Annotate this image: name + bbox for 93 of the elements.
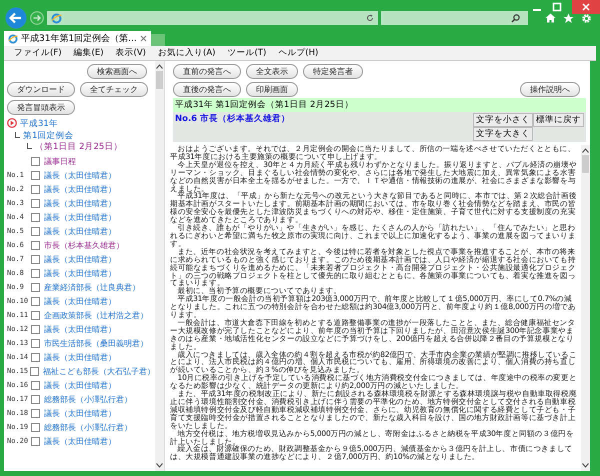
maximize-icon[interactable]	[552, 2, 562, 12]
speaker-link[interactable]: 議長（太田佳晴君）	[44, 170, 116, 180]
checkbox[interactable]	[31, 338, 40, 348]
settings-icon[interactable]	[581, 12, 592, 24]
menu-item[interactable]: 編集(E)	[74, 47, 104, 59]
speaker-link[interactable]: 市民生活部長（桑田義明君）	[44, 338, 148, 348]
font-size-button[interactable]: 標準に戻す	[533, 113, 584, 127]
checkbox[interactable]	[31, 394, 40, 404]
tree-branch-line	[27, 143, 32, 149]
checkbox[interactable]	[31, 352, 40, 362]
close-icon[interactable]	[140, 35, 147, 42]
menu-item[interactable]: お気に入り(A)	[158, 47, 216, 59]
speaker-link[interactable]: 議長（太田佳晴君）	[44, 268, 116, 278]
checkbox[interactable]	[31, 422, 40, 432]
scroll-up-icon[interactable]	[156, 64, 163, 69]
checkbox[interactable]	[31, 170, 40, 180]
speaker-link[interactable]: 議長（太田佳晴君）	[44, 408, 116, 418]
tree-branch-line	[15, 132, 20, 138]
checkbox[interactable]	[31, 324, 40, 334]
navigation-button[interactable]: 検索画面へ	[87, 64, 147, 79]
navigation-button[interactable]: 直前の発言へ	[173, 64, 241, 79]
back-icon[interactable]	[5, 7, 27, 29]
speaker-link[interactable]: 市長（杉本基久雄君）	[44, 240, 124, 250]
scroll-up-icon[interactable]	[582, 148, 589, 153]
new-tab-button[interactable]	[150, 34, 165, 46]
checkbox[interactable]	[31, 254, 40, 264]
speaker-title: No.6 市長（杉本基久雄君）	[175, 113, 290, 125]
font-size-button[interactable]: 文字を大きく	[473, 127, 533, 141]
session-header: 平成31年 第1回定例会（第1日目 2月25日）	[173, 98, 586, 112]
tab-title: 平成31年第1回定例会（第...	[21, 32, 137, 45]
scrollbar-thumb[interactable]	[156, 71, 163, 89]
speaker-link[interactable]: 産業経済部長（辻良典君）	[44, 282, 140, 292]
checkbox[interactable]	[31, 282, 40, 292]
scroll-down-icon[interactable]	[156, 463, 163, 468]
scrollbar-thumb[interactable]	[582, 155, 589, 173]
checkbox[interactable]	[31, 268, 40, 278]
page-icon	[51, 12, 62, 24]
speaker-link[interactable]: 議長（太田佳晴君）	[44, 296, 116, 306]
speaker-link[interactable]: 議長（太田佳晴君）	[44, 198, 116, 208]
menu-item[interactable]: ツール(T)	[227, 47, 266, 59]
checkbox[interactable]	[31, 310, 40, 320]
year-link[interactable]: 平成31年	[20, 119, 58, 130]
search-icon[interactable]	[511, 14, 520, 22]
checkbox[interactable]	[30, 366, 39, 376]
speaker-link[interactable]: 議長（太田佳晴君）	[44, 324, 116, 334]
checkbox[interactable]	[31, 296, 40, 306]
speaker-link[interactable]: 議長（太田佳晴君）	[44, 184, 116, 194]
scrollbar[interactable]	[581, 145, 590, 471]
close-button[interactable]	[572, 0, 600, 14]
speaker-link[interactable]: 議長（太田佳晴君）	[44, 352, 116, 362]
menu-item[interactable]: 表示(V)	[116, 47, 146, 59]
checkbox[interactable]	[31, 226, 40, 236]
scrollbar[interactable]	[155, 61, 164, 471]
speaker-link[interactable]: 議長（太田佳晴君）	[44, 226, 116, 236]
checkbox[interactable]	[31, 184, 40, 194]
navigation-button[interactable]: 印刷画面	[246, 82, 298, 97]
browser-tab[interactable]: 平成31年第1回定例会（第...	[4, 31, 151, 46]
action-button[interactable]: 全てチェック	[80, 82, 148, 97]
speaker-link[interactable]: 総務部長（小澤弘行君）	[44, 422, 132, 432]
menu-item[interactable]: ヘルプ(H)	[278, 47, 318, 59]
star-icon[interactable]	[563, 12, 574, 24]
font-size-button[interactable]: 文字を小さく	[473, 113, 533, 127]
action-button[interactable]: 発言冒頭表示	[7, 100, 75, 115]
navigation-button[interactable]: 直後の発言へ	[173, 82, 241, 97]
search-field[interactable]	[381, 11, 528, 25]
speaker-link[interactable]: 企画政策部長（辻村浩之君）	[44, 310, 148, 320]
scroll-down-icon[interactable]	[582, 463, 589, 468]
navigation-button[interactable]: 特定発言者	[303, 64, 363, 79]
help-button[interactable]: 操作説明へ	[520, 82, 580, 97]
speaker-link[interactable]: 議長（太田佳晴君）	[44, 436, 116, 446]
refresh-icon[interactable]	[366, 14, 374, 22]
page-icon	[8, 34, 18, 44]
speaker-link[interactable]: 福祉こども部長（大石弘子君）	[43, 366, 155, 376]
play-icon	[7, 118, 17, 128]
home-icon[interactable]	[545, 13, 556, 23]
speaker-link[interactable]: 議長（太田佳晴君）	[44, 380, 116, 390]
checkbox[interactable]	[31, 156, 40, 166]
menu-item[interactable]: ファイル(F)	[14, 47, 62, 59]
navigation-button[interactable]: 全文表示	[246, 64, 298, 79]
session-link[interactable]: 第1回定例会	[23, 131, 74, 142]
action-button[interactable]: ダウンロード	[7, 82, 75, 97]
checkbox[interactable]	[31, 240, 40, 250]
forward-icon[interactable]	[30, 11, 44, 25]
speaker-link[interactable]: 議長（太田佳晴君）	[44, 212, 116, 222]
speaker-link[interactable]: 議長（太田佳晴君）	[44, 254, 116, 264]
checkbox[interactable]	[31, 380, 40, 390]
checkbox[interactable]	[31, 408, 40, 418]
day-link[interactable]: （第1日目 2月25日）	[35, 142, 122, 153]
checkbox[interactable]	[31, 198, 40, 208]
speaker-link[interactable]: 議事日程	[44, 156, 76, 166]
speaker-link[interactable]: 総務部長（小澤弘行君）	[44, 394, 132, 404]
checkbox[interactable]	[31, 212, 40, 222]
checkbox[interactable]	[31, 436, 40, 446]
